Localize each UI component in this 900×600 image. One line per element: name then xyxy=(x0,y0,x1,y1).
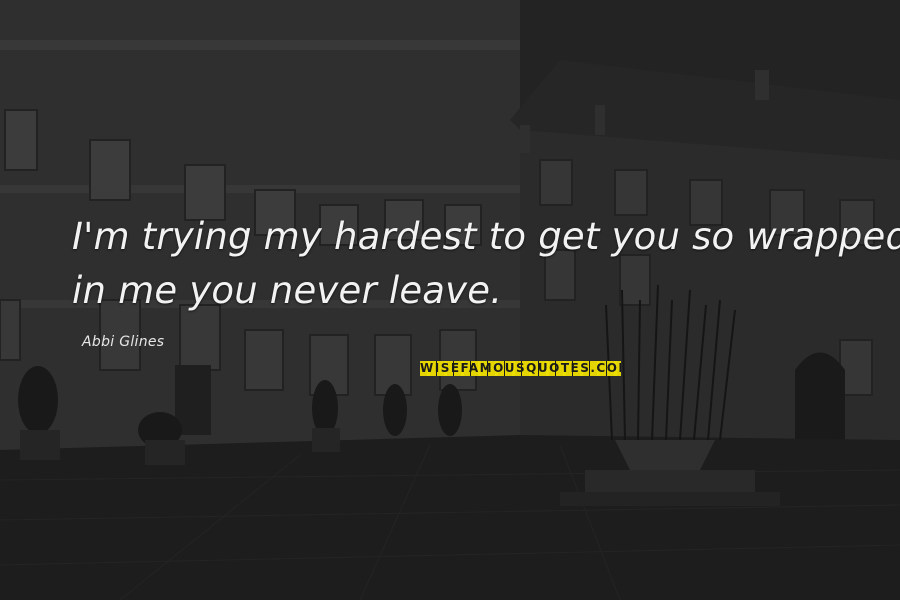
quote-line-2: in me you never leave. xyxy=(72,269,503,312)
quote-card: I'm trying my hardest to get you so wrap… xyxy=(0,0,900,600)
watermark-text: WISEFAMOUSQUOTES.COM xyxy=(420,361,621,375)
quote-text: I'm trying my hardest to get you so wrap… xyxy=(72,210,900,318)
quote-author: Abbi Glines xyxy=(82,334,165,350)
quote-line-1: I'm trying my hardest to get you so wrap… xyxy=(72,215,900,258)
